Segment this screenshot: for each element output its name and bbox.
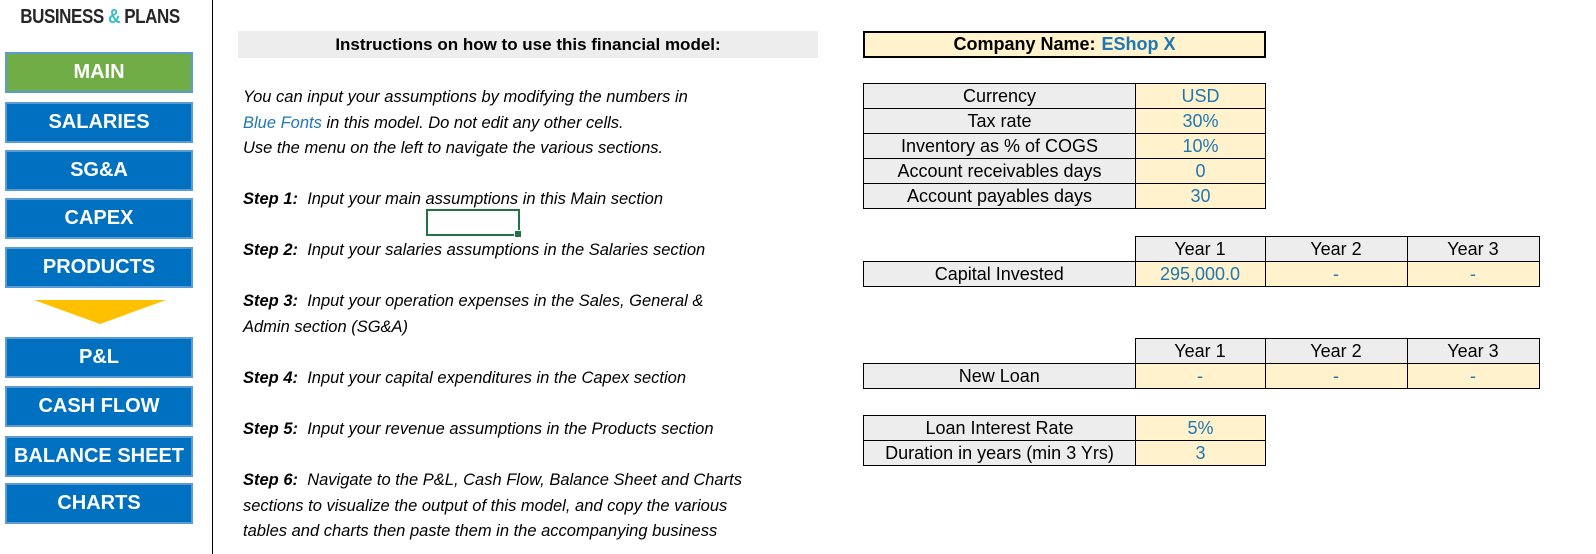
down-arrow-icon bbox=[34, 300, 166, 324]
row-label: Loan Interest Rate bbox=[863, 415, 1136, 441]
loan-terms-table: Loan Interest Rate 5% Duration in years (… bbox=[863, 415, 1266, 466]
row-label: Account receivables days bbox=[863, 158, 1136, 184]
capital-year3-input[interactable]: - bbox=[1406, 261, 1540, 287]
blank-cell bbox=[864, 237, 1136, 262]
row-label: Account payables days bbox=[863, 183, 1136, 209]
table-header-row: Year 1 Year 2 Year 3 bbox=[864, 338, 1540, 364]
step-text: Input your capital expenditures in the C… bbox=[307, 369, 687, 387]
step-text: Navigate to the P&L, Cash Flow, Balance … bbox=[307, 471, 742, 489]
column-header: Year 2 bbox=[1264, 236, 1408, 262]
nav-balance-sheet-button[interactable]: BALANCE SHEET bbox=[5, 436, 193, 477]
loan-interest-input[interactable]: 5% bbox=[1135, 415, 1266, 441]
loan-year2-input[interactable]: - bbox=[1264, 363, 1408, 389]
company-name-value[interactable]: EShop X bbox=[1102, 34, 1176, 55]
step-text: Admin section (SG&A) bbox=[243, 317, 409, 336]
instructions-intro: You can input your assumptions by modify… bbox=[243, 85, 688, 162]
company-name-label: Company Name: bbox=[953, 34, 1096, 54]
capital-year2-input[interactable]: - bbox=[1264, 261, 1408, 287]
intro-line: Use the menu on the left to navigate the… bbox=[243, 139, 664, 157]
tax-rate-input[interactable]: 30% bbox=[1135, 108, 1266, 134]
step-3: Step 3: Input your operation expenses in… bbox=[243, 289, 703, 340]
capital-invested-table: Year 1 Year 2 Year 3 Capital Invested 295,0… bbox=[863, 236, 1540, 287]
loan-year3-input[interactable]: - bbox=[1406, 363, 1540, 389]
table-row: Loan Interest Rate 5% bbox=[863, 415, 1266, 441]
row-label: Inventory as % of COGS bbox=[863, 133, 1136, 159]
loan-year1-input[interactable]: - bbox=[1134, 363, 1266, 389]
logo-text-right: PLANS bbox=[124, 6, 180, 28]
intro-text: in this model. Do not edit any other cel… bbox=[321, 113, 624, 132]
nav-cash-flow-button[interactable]: CASH FLOW bbox=[5, 386, 193, 427]
payable-days-input[interactable]: 30 bbox=[1135, 183, 1266, 209]
new-loan-table: Year 1 Year 2 Year 3 New Loan - - - bbox=[863, 338, 1540, 389]
step-text: sections to visualize the output of this… bbox=[243, 496, 728, 515]
intro-line: You can input your assumptions by modify… bbox=[243, 88, 688, 106]
step-text: Input your operation expenses in the Sal… bbox=[307, 292, 704, 310]
blue-fonts-text: Blue Fonts bbox=[243, 113, 322, 132]
table-row: New Loan - - - bbox=[863, 363, 1540, 389]
step-2: Step 2: Input your salaries assumptions … bbox=[243, 238, 705, 264]
step-label: Step 4: bbox=[243, 369, 299, 387]
column-header: Year 1 bbox=[1134, 236, 1266, 262]
inventory-pct-input[interactable]: 10% bbox=[1135, 133, 1266, 159]
table-row: Account receivables days 0 bbox=[863, 158, 1266, 184]
column-header: Year 1 bbox=[1134, 338, 1266, 364]
table-row: Inventory as % of COGS 10% bbox=[863, 133, 1266, 159]
step-label: Step 3: bbox=[243, 292, 299, 310]
step-4: Step 4: Input your capital expenditures … bbox=[243, 366, 686, 392]
company-name-field: Company Name: EShop X bbox=[863, 31, 1266, 58]
sidebar-nav: BUSINESS & PLANS MAIN SALARIES SG&A CAPE… bbox=[0, 0, 213, 554]
selected-cell[interactable] bbox=[426, 209, 522, 238]
column-header: Year 2 bbox=[1264, 338, 1408, 364]
step-text: Input your main assumptions in this Main… bbox=[307, 190, 664, 208]
logo-text-left: BUSINESS bbox=[20, 6, 104, 28]
instructions-title: Instructions on how to use this financia… bbox=[238, 31, 818, 58]
step-6: Step 6: Navigate to the P&L, Cash Flow, … bbox=[243, 468, 742, 545]
step-label: Step 1: bbox=[243, 190, 299, 208]
step-5: Step 5: Input your revenue assumptions i… bbox=[243, 417, 714, 443]
receivable-days-input[interactable]: 0 bbox=[1135, 158, 1266, 184]
nav-charts-button[interactable]: CHARTS bbox=[5, 483, 193, 524]
nav-salaries-button[interactable]: SALARIES bbox=[5, 102, 193, 143]
nav-sga-button[interactable]: SG&A bbox=[5, 150, 193, 191]
row-label: Tax rate bbox=[863, 108, 1136, 134]
nav-main-button[interactable]: MAIN bbox=[5, 52, 193, 93]
step-text: tables and charts then paste them in the… bbox=[243, 522, 718, 540]
table-row: Duration in years (min 3 Yrs) 3 bbox=[863, 440, 1266, 466]
capital-year1-input[interactable]: 295,000.0 bbox=[1134, 261, 1266, 287]
blank-cell bbox=[864, 339, 1136, 364]
nav-products-button[interactable]: PRODUCTS bbox=[5, 247, 193, 288]
column-header: Year 3 bbox=[1406, 338, 1540, 364]
currency-input[interactable]: USD bbox=[1135, 83, 1266, 109]
row-label: Capital Invested bbox=[863, 261, 1136, 287]
step-label: Step 6: bbox=[243, 471, 299, 489]
loan-duration-input[interactable]: 3 bbox=[1135, 440, 1266, 466]
nav-capex-button[interactable]: CAPEX bbox=[5, 198, 193, 239]
fill-handle[interactable] bbox=[514, 230, 522, 238]
assumptions-table: Currency USD Tax rate 30% Inventory as % o… bbox=[863, 83, 1266, 209]
table-row: Account payables days 30 bbox=[863, 183, 1266, 209]
table-header-row: Year 1 Year 2 Year 3 bbox=[864, 236, 1540, 262]
table-row: Currency USD bbox=[863, 83, 1266, 109]
logo-ampersand: & bbox=[108, 6, 120, 28]
intro-line: Blue Fonts in this model. Do not edit an… bbox=[243, 111, 688, 137]
step-text: Input your salaries assumptions in the S… bbox=[307, 241, 706, 259]
step-label: Step 5: bbox=[243, 420, 299, 438]
step-text: Input your revenue assumptions in the Pr… bbox=[307, 420, 714, 438]
logo: BUSINESS & PLANS bbox=[15, 6, 185, 29]
column-header: Year 3 bbox=[1406, 236, 1540, 262]
table-row: Capital Invested 295,000.0- - bbox=[863, 261, 1540, 287]
row-label: Currency bbox=[863, 83, 1136, 109]
nav-pl-button[interactable]: P&L bbox=[5, 337, 193, 378]
table-row: Tax rate 30% bbox=[863, 108, 1266, 134]
row-label: Duration in years (min 3 Yrs) bbox=[863, 440, 1136, 466]
step-label: Step 2: bbox=[243, 241, 299, 259]
row-label: New Loan bbox=[863, 363, 1136, 389]
